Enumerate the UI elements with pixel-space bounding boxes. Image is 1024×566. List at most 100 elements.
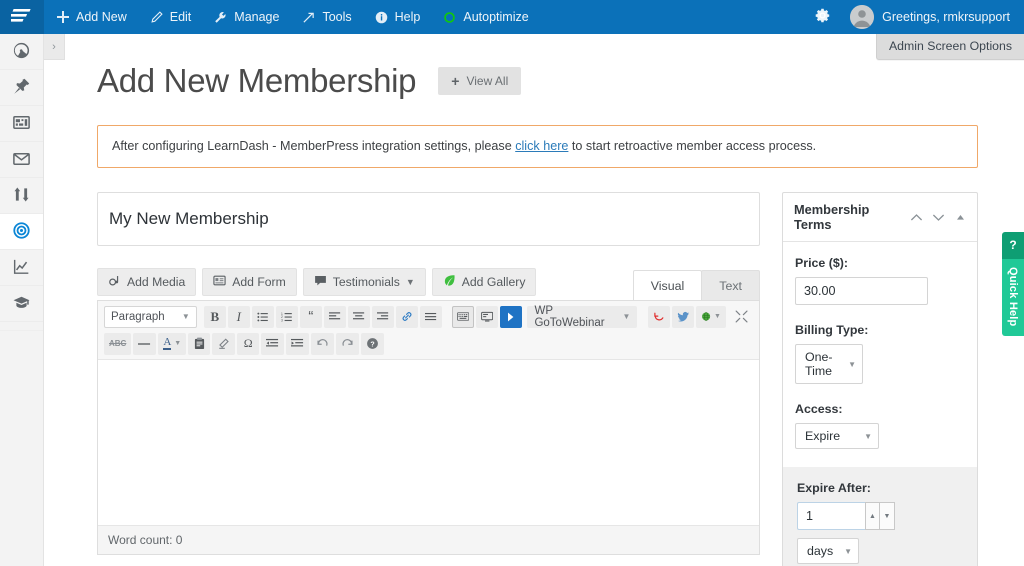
postbox-title: Membership Terms (794, 202, 870, 233)
undo-button[interactable] (311, 332, 335, 355)
bullseye-target-icon (12, 221, 31, 243)
move-down-icon[interactable] (931, 210, 945, 224)
chevron-down-icon: ▼ (844, 546, 852, 556)
read-more-button[interactable] (419, 305, 442, 328)
text-color-button[interactable]: A ▼ (158, 332, 187, 355)
special-character-button[interactable]: Ω (237, 332, 260, 355)
plugin-select-value: WP GoToWebinar (534, 304, 605, 329)
expire-after-field-row: ▲ ▼ (797, 502, 963, 531)
adminbar-item-help[interactable]: Help (363, 0, 432, 34)
editor-wrap: Add Media Add Form Testimonials ▼ Add Ga… (97, 267, 760, 555)
strikethrough-button[interactable]: ABC (104, 332, 132, 355)
tab-visual[interactable]: Visual (632, 269, 703, 300)
expire-after-input[interactable] (797, 502, 865, 531)
page-wrap: Add New Membership + View All After conf… (44, 34, 1024, 566)
sidebar-item-media[interactable] (0, 106, 43, 142)
keyboard-shortcuts-help-button[interactable]: ? (361, 332, 385, 355)
adminbar-item-tools[interactable]: Tools (290, 0, 362, 34)
chevron-down-icon: ▼ (713, 313, 721, 321)
wordpress-logo[interactable] (0, 0, 44, 34)
sidebar-item-memberships[interactable] (0, 214, 43, 250)
sidebar-item-mail[interactable] (0, 142, 43, 178)
admin-screen-options-tab[interactable]: Admin Screen Options (875, 34, 1024, 60)
adminbar-item-manage[interactable]: Manage (202, 0, 290, 34)
tab-text[interactable]: Text (701, 269, 760, 300)
admin-bar: Add New Edit Manage Tools Help Autoptimi… (0, 0, 1024, 34)
media-buttons: Add Media Add Form Testimonials ▼ Add Ga… (97, 267, 537, 300)
wrench-icon (213, 10, 228, 25)
view-all-button[interactable]: + View All (438, 66, 522, 95)
numbered-list-button[interactable]: 123 (275, 305, 298, 328)
italic-button[interactable]: I (227, 305, 250, 328)
redo-button[interactable] (336, 332, 360, 355)
collapse-menu-button[interactable]: › (44, 34, 65, 60)
move-up-icon[interactable] (909, 210, 923, 224)
align-left-button[interactable] (323, 305, 346, 328)
adminbar-item-autoptimize[interactable]: Autoptimize (431, 0, 539, 34)
dashboard-gauge-icon (12, 41, 31, 63)
adminbar-item-add-new[interactable]: Add New (44, 0, 138, 34)
horizontal-rule-button[interactable] (133, 332, 157, 355)
pencil-icon (149, 10, 164, 25)
align-center-button[interactable] (347, 305, 370, 328)
postbox-handle-actions (909, 210, 967, 224)
add-form-button[interactable]: Add Form (202, 267, 297, 296)
gear-icon (814, 7, 831, 27)
editor-content-area[interactable] (98, 359, 759, 525)
bold-button[interactable]: B (203, 305, 226, 328)
quick-help-tab[interactable]: ? Quick Help (1002, 232, 1024, 337)
media-button-label: Add Form (232, 274, 286, 289)
increase-indent-button[interactable] (286, 332, 310, 355)
notice-click-here-link[interactable]: click here (515, 139, 568, 153)
sidebar-item-learndash[interactable] (0, 286, 43, 322)
settings-gear-button[interactable] (801, 0, 844, 34)
sidebar-item-analytics[interactable] (0, 250, 43, 286)
format-select-value: Paragraph (111, 310, 165, 323)
testimonials-button[interactable]: Testimonials ▼ (302, 267, 426, 296)
distraction-free-button[interactable] (730, 306, 753, 328)
access-select[interactable]: Expire ▼ (795, 423, 879, 450)
screen-monitor-button[interactable] (476, 305, 499, 328)
expire-unit-select[interactable]: days ▼ (797, 538, 859, 565)
billing-type-value: One-Time (805, 350, 833, 379)
toggle-panel-icon[interactable] (953, 210, 967, 224)
spinner-down-button[interactable]: ▼ (880, 502, 895, 531)
sidebar-item-dashboard[interactable] (0, 34, 43, 70)
sidebar-item-posts[interactable] (0, 70, 43, 106)
media-grid-icon (12, 113, 31, 135)
shortcode-keyboard-button[interactable] (451, 305, 475, 328)
send-arrow-button[interactable] (500, 305, 523, 328)
postbox-header: Membership Terms (783, 193, 977, 243)
adminbar-label: Edit (169, 10, 192, 24)
graduation-cap-icon (12, 293, 31, 315)
wp-gotowebinar-select[interactable]: WP GoToWebinar ▼ (527, 304, 638, 329)
revision-undo-button[interactable] (647, 305, 670, 328)
chevron-down-icon: ▼ (405, 276, 415, 287)
bulleted-list-button[interactable] (251, 305, 274, 328)
post-body-content: Add Media (97, 192, 760, 555)
price-input[interactable] (795, 277, 928, 306)
post-title-input[interactable] (98, 193, 759, 245)
comment-icon (314, 274, 327, 290)
decrease-indent-button[interactable] (261, 332, 285, 355)
circle-outline-icon (442, 10, 457, 25)
adminbar-item-edit[interactable]: Edit (138, 0, 203, 34)
spinner-up-button[interactable]: ▲ (865, 502, 880, 531)
paste-as-text-button[interactable] (188, 332, 211, 355)
adminbar-label: Autoptimize (463, 10, 529, 24)
blockquote-button[interactable]: “ (299, 305, 322, 328)
clear-formatting-button[interactable] (212, 332, 236, 355)
align-right-button[interactable] (371, 305, 394, 328)
insert-link-button[interactable] (395, 305, 418, 328)
add-media-button[interactable]: Add Media (97, 267, 197, 296)
billing-type-select[interactable]: One-Time ▼ (795, 344, 863, 385)
media-button-label: Add Gallery (461, 274, 526, 289)
add-gallery-button[interactable]: Add Gallery (431, 267, 537, 296)
paragraph-format-select[interactable]: Paragraph ▼ (104, 305, 197, 328)
account-menu[interactable]: Greetings, rmkrsupport (844, 0, 1024, 34)
membership-terms-postbox: Membership Terms Price ($): 30.00 Billin… (782, 192, 978, 566)
sidebar-item-memberpress[interactable] (0, 178, 43, 214)
globe-dropdown-button[interactable]: ▼ (695, 305, 726, 328)
twitter-bird-button[interactable] (671, 305, 694, 328)
svg-text:?: ? (371, 342, 375, 349)
